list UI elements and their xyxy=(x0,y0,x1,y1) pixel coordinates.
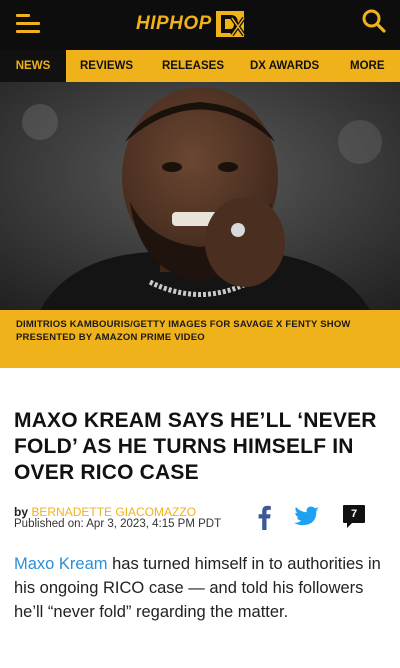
twitter-share-icon[interactable] xyxy=(294,506,320,528)
nav-item-more[interactable]: MORE xyxy=(350,50,385,82)
published-date: Published on: Apr 3, 2023, 4:15 PM PDT xyxy=(14,518,222,530)
nav-item-reviews[interactable]: REVIEWS xyxy=(80,50,133,82)
nav-item-news[interactable]: NEWS xyxy=(0,50,66,82)
photo-caption: DIMITRIOS KAMBOURIS/GETTY IMAGES FOR SAV… xyxy=(0,310,400,368)
search-icon[interactable] xyxy=(360,7,388,35)
byline: by BERNADETTE GIACOMAZZO xyxy=(14,505,196,519)
dx-logo-mark xyxy=(215,8,247,40)
site-header: HIPHOP xyxy=(0,0,400,50)
hamburger-menu-icon[interactable] xyxy=(16,10,44,38)
photo-credit-text: DIMITRIOS KAMBOURIS/GETTY IMAGES FOR SAV… xyxy=(16,319,351,343)
site-logo[interactable]: HIPHOP xyxy=(136,6,247,42)
author-link[interactable]: BERNADETTE GIACOMAZZO xyxy=(31,505,196,519)
comment-count: 7 xyxy=(350,508,358,520)
facebook-share-icon[interactable] xyxy=(254,504,274,530)
artist-link[interactable]: Maxo Kream xyxy=(14,555,108,573)
comments-button[interactable]: 7 xyxy=(342,504,366,530)
article-headline: MAXO KREAM SAYS HE’LL ‘NEVER FOLD’ AS HE… xyxy=(14,409,377,484)
menu-line xyxy=(16,14,30,17)
by-label: by xyxy=(14,505,29,519)
nav-item-releases[interactable]: RELEASES xyxy=(162,50,224,82)
article-body-paragraph: Maxo Kream has turned himself in to auth… xyxy=(14,552,386,624)
nav-item-dx-awards[interactable]: DX AWARDS xyxy=(250,50,319,82)
main-nav: NEWS REVIEWS RELEASES DX AWARDS MORE xyxy=(0,50,400,82)
menu-line xyxy=(16,30,40,33)
logo-text: HIPHOP xyxy=(136,13,212,34)
hero-image xyxy=(0,82,400,310)
menu-line xyxy=(16,22,40,25)
